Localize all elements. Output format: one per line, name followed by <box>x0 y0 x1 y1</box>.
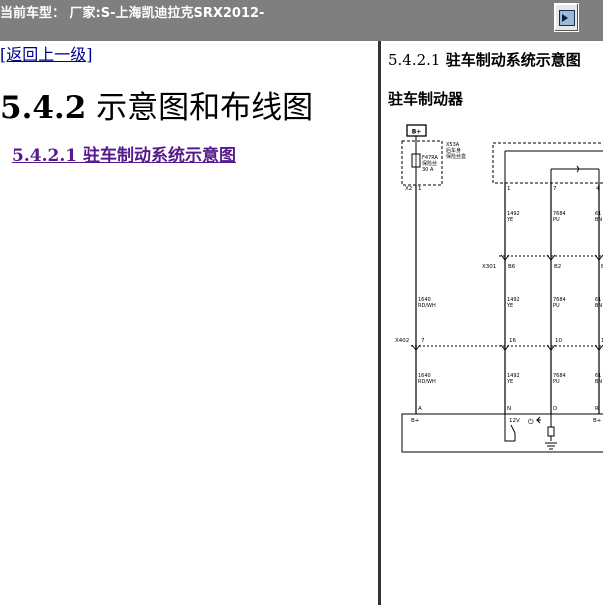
x301-pin-a: B6 <box>508 264 516 270</box>
module-bplus-right: B+ <box>593 418 602 424</box>
pin-a1: 1 <box>507 186 511 192</box>
bplus-top-label: B+ <box>412 129 422 136</box>
parking-brake-module-outline <box>401 413 603 453</box>
module-switch-icon <box>510 424 516 434</box>
fusebox-label-2: 后车身 <box>446 147 461 154</box>
wire-b2-col: PU <box>553 303 560 309</box>
x301-pin-b: B2 <box>554 264 561 270</box>
right-pane-title: 5.4.2.1 驻车制动系统示意图 <box>388 49 581 70</box>
left-pane: [返回上一级] 5.4.2 示意图和布线图 5.4.2.1 驻车制动系统示意图 <box>0 41 378 605</box>
wire-b1-col: PU <box>553 217 560 223</box>
module-bplus-left: B+ <box>411 418 420 424</box>
arrow-left-icon <box>535 416 541 424</box>
module-pin-n: N <box>507 406 511 412</box>
x402-pin-a: 16 <box>509 338 516 344</box>
section-heading: 5.4.2 示意图和布线图 <box>0 82 313 127</box>
right-title-number: 5.4.2.1 <box>388 51 441 69</box>
panel-toggle-icon <box>559 10 575 26</box>
wire-a1-col: YE <box>506 217 513 223</box>
x301-label: X301 <box>482 264 496 270</box>
wire-l1-col: RD/WH <box>418 303 436 309</box>
module-pin-a: A <box>418 406 422 412</box>
back-link[interactable]: [返回上一级] <box>0 41 93 65</box>
right-pane: 5.4.2.1 驻车制动系统示意图 驻车制动器 B+ X53A 后车身 保险丝盒… <box>381 41 603 605</box>
section-heading-number: 5.4.2 <box>0 90 87 126</box>
vehicle-title: 当前车型： 厂家:S-上海凯迪拉克SRX2012- <box>0 6 265 21</box>
resistor-icon <box>547 426 555 437</box>
section-heading-text: 示意图和布线图 <box>86 90 314 126</box>
x2-pin: 1 <box>418 186 422 192</box>
power-icon: ⏻ <box>528 418 534 426</box>
x402-label: X402 <box>395 338 409 344</box>
toggle-pane-button[interactable] <box>554 3 579 32</box>
wire-c1-col: BN <box>595 217 602 223</box>
wire-c2-col: BN <box>595 303 602 309</box>
right-pane-subtitle: 驻车制动器 <box>388 90 464 108</box>
wire-l2-col: RD/WH <box>418 379 436 385</box>
right-title-text: 驻车制动系统示意图 <box>440 51 581 69</box>
wire-a2-col: YE <box>506 303 513 309</box>
wire-b3-col: PU <box>553 379 560 385</box>
x402-pin-left: 7 <box>421 338 425 344</box>
pin-b1: 7 <box>553 186 557 192</box>
wire-a3-col: YE <box>506 379 513 385</box>
wire-c3-col: BN <box>595 379 602 385</box>
module-pin-d: D <box>553 406 557 412</box>
module-pin-r: R <box>595 406 599 412</box>
x2-label: X2 <box>405 186 412 192</box>
module-top-outline <box>492 142 603 184</box>
top-bar: 当前车型： 厂家:S-上海凯迪拉克SRX2012- <box>0 0 603 41</box>
wiring-diagram: B+ X53A 后车身 保险丝盒 F47RA 保险丝 30 A X2 1 1 7… <box>395 124 603 453</box>
fusebox-label-3: 保险丝盒 <box>446 153 466 160</box>
subsection-link[interactable]: 5.4.2.1 驻车制动系统示意图 <box>12 141 236 166</box>
fuse-label-3: 30 A <box>422 167 434 173</box>
module-12v: 12V <box>509 418 520 424</box>
x402-pin-b: 10 <box>555 338 562 344</box>
fuse-label-2: 保险丝 <box>422 160 437 167</box>
